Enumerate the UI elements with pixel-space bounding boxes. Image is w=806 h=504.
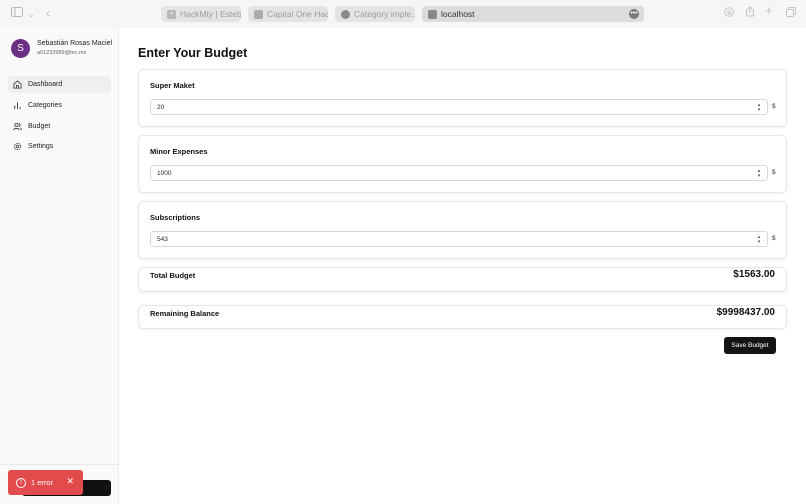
field-label: Minor Expenses: [150, 147, 208, 156]
close-icon[interactable]: ✕: [66, 476, 74, 487]
total-budget-card: Total Budget $1563.00: [138, 267, 787, 292]
tabs-overview-icon[interactable]: [786, 7, 796, 21]
user-name: Sebastián Rosas Maciel: [37, 40, 113, 47]
input-value: 1000: [157, 169, 172, 177]
field-label: Subscriptions: [150, 213, 201, 222]
new-tab-icon[interactable]: +: [765, 4, 773, 18]
tab-label: localhost: [441, 9, 475, 19]
tab-capital-one[interactable]: Capital One Hac...: [248, 6, 328, 22]
tab-label: Capital One Hac...: [267, 9, 328, 19]
tab-hackmty[interactable]: ▪ HackMty | Esteb...: [161, 6, 241, 22]
tab-label: Category imple...: [354, 9, 415, 19]
sidebar-item-categories[interactable]: Categories: [8, 97, 111, 114]
sidebar-item-label: Categories: [28, 102, 62, 109]
sidebar-item-dashboard[interactable]: Dashboard: [8, 76, 111, 93]
browser-toolbar: ⌄ ‹ ▪ HackMty | Esteb... Capital One Hac…: [0, 0, 806, 28]
toast-label: 1 error: [31, 478, 54, 487]
home-icon: [13, 80, 22, 89]
sidebar-item-label: Dashboard: [28, 81, 63, 88]
subscriptions-input[interactable]: 543 ▴ ▾: [150, 231, 768, 247]
github-icon: [341, 9, 350, 19]
stepper-icon[interactable]: ▴ ▾: [756, 235, 762, 245]
sidebar-item-label: Budget: [28, 123, 51, 130]
stepper-icon[interactable]: ▴ ▾: [756, 169, 762, 179]
tab-localhost[interactable]: localhost •••: [422, 6, 644, 22]
chevron-down-icon[interactable]: ⌄: [28, 8, 35, 22]
remaining-balance-label: Remaining Balance: [150, 309, 220, 318]
input-value: 20: [157, 103, 165, 111]
gear-icon: [13, 142, 22, 151]
total-budget-value: $1563.00: [733, 269, 775, 280]
field-label: Super Maket: [150, 81, 195, 90]
budget-card-minor-expenses: Minor Expenses 1000 ▴ ▾ $: [138, 135, 787, 193]
total-budget-label: Total Budget: [150, 271, 196, 280]
alert-icon: !: [16, 477, 26, 488]
currency-symbol: $: [772, 169, 776, 176]
divider: [0, 464, 118, 465]
folder-icon: [254, 9, 263, 19]
tab-favicon-icon: ▪: [167, 9, 176, 19]
page-title: Enter Your Budget: [138, 46, 248, 60]
currency-symbol: $: [772, 235, 776, 242]
save-budget-button[interactable]: Save Budget: [724, 337, 776, 354]
super-maket-input[interactable]: 20 ▴ ▾: [150, 99, 768, 115]
users-icon: [13, 122, 22, 131]
remaining-balance-value: $9998437.00: [716, 307, 775, 318]
sidebar-item-settings[interactable]: Settings: [8, 138, 111, 155]
main-content: Enter Your Budget Super Maket 20 ▴ ▾ $ Mi…: [119, 28, 806, 504]
remaining-balance-card: Remaining Balance $9998437.00: [138, 305, 787, 329]
stepper-icon[interactable]: ▴ ▾: [756, 103, 762, 113]
page-icon: [428, 9, 437, 19]
bar-chart-icon: [14, 102, 21, 110]
minor-expenses-input[interactable]: 1000 ▴ ▾: [150, 165, 768, 181]
download-icon[interactable]: [724, 7, 734, 21]
error-toast[interactable]: ! 1 error ✕: [8, 470, 83, 495]
tab-github[interactable]: Category imple...: [335, 6, 415, 22]
tab-label: HackMty | Esteb...: [180, 9, 241, 19]
sidebar: S Sebastián Rosas Maciel a01233989@tec.m…: [0, 28, 119, 504]
user-profile[interactable]: S Sebastián Rosas Maciel a01233989@tec.m…: [11, 39, 117, 59]
input-value: 543: [157, 235, 168, 243]
back-arrow-icon[interactable]: ‹: [46, 6, 50, 20]
currency-symbol: $: [772, 103, 776, 110]
budget-card-subscriptions: Subscriptions 543 ▴ ▾ $: [138, 201, 787, 259]
tab-options-icon[interactable]: •••: [629, 9, 639, 19]
sidebar-toggle-icon[interactable]: [11, 7, 23, 21]
avatar: S: [11, 39, 30, 58]
sidebar-item-budget[interactable]: Budget: [8, 118, 111, 135]
sidebar-item-label: Settings: [28, 143, 54, 150]
share-icon[interactable]: [745, 6, 755, 21]
user-email: a01233989@tec.mx: [37, 49, 87, 56]
budget-card-super-maket: Super Maket 20 ▴ ▾ $: [138, 69, 787, 127]
